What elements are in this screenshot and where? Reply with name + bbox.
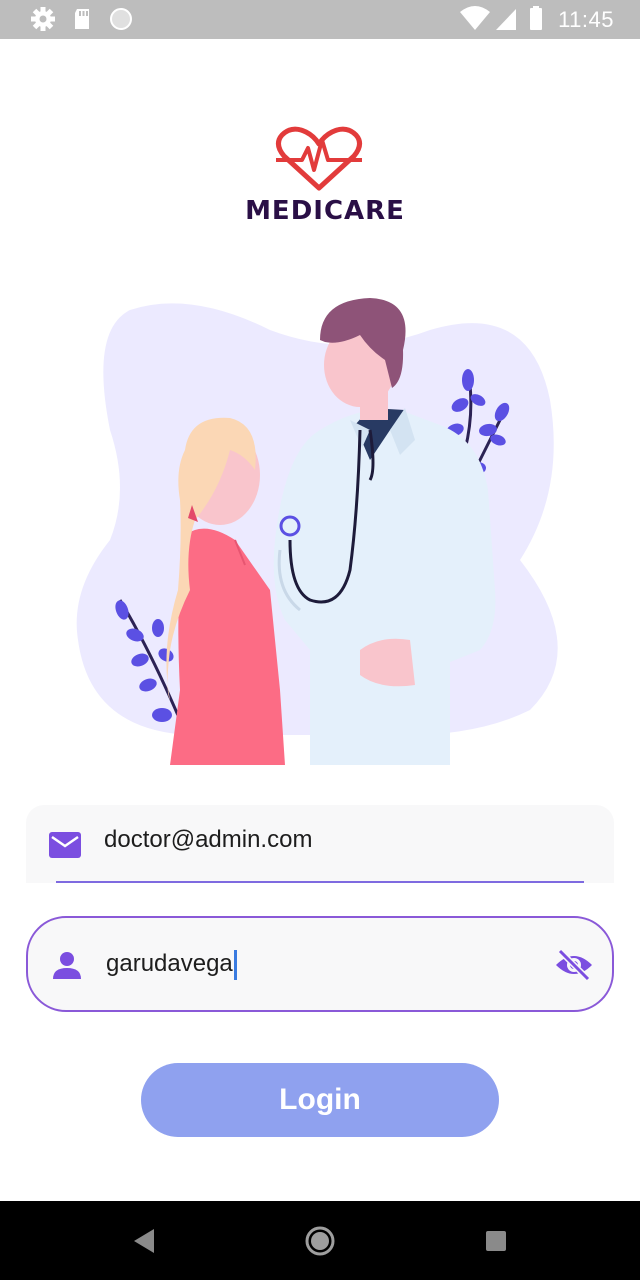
logo-text: MEDICARE <box>245 196 405 226</box>
wifi-icon <box>458 0 492 44</box>
email-field[interactable] <box>26 805 614 883</box>
visibility-off-icon[interactable] <box>554 948 594 987</box>
status-time: 11:45 <box>558 7 614 32</box>
password-value: garudavega <box>106 950 233 977</box>
login-button[interactable]: Login <box>141 1063 499 1137</box>
email-icon <box>48 831 82 864</box>
app-logo: MEDICARE <box>240 120 410 230</box>
email-underline <box>56 881 584 883</box>
heart-pulse-icon <box>274 126 364 197</box>
password-field[interactable]: garudavega <box>26 916 614 1012</box>
person-icon <box>52 950 82 985</box>
email-input[interactable] <box>104 820 544 860</box>
recents-icon[interactable] <box>482 1225 510 1262</box>
back-icon[interactable] <box>130 1225 160 1262</box>
settings-icon <box>28 0 58 44</box>
navigation-bar <box>0 1201 640 1280</box>
doctor-patient-illustration <box>70 290 570 765</box>
status-bar: 11:45 <box>0 0 640 39</box>
signal-icon <box>494 0 520 44</box>
sd-card-icon <box>70 0 94 44</box>
home-icon[interactable] <box>304 1225 336 1262</box>
circle-icon <box>108 0 134 44</box>
text-caret <box>233 949 237 980</box>
password-input[interactable]: garudavega <box>106 944 237 984</box>
battery-icon <box>526 0 546 44</box>
